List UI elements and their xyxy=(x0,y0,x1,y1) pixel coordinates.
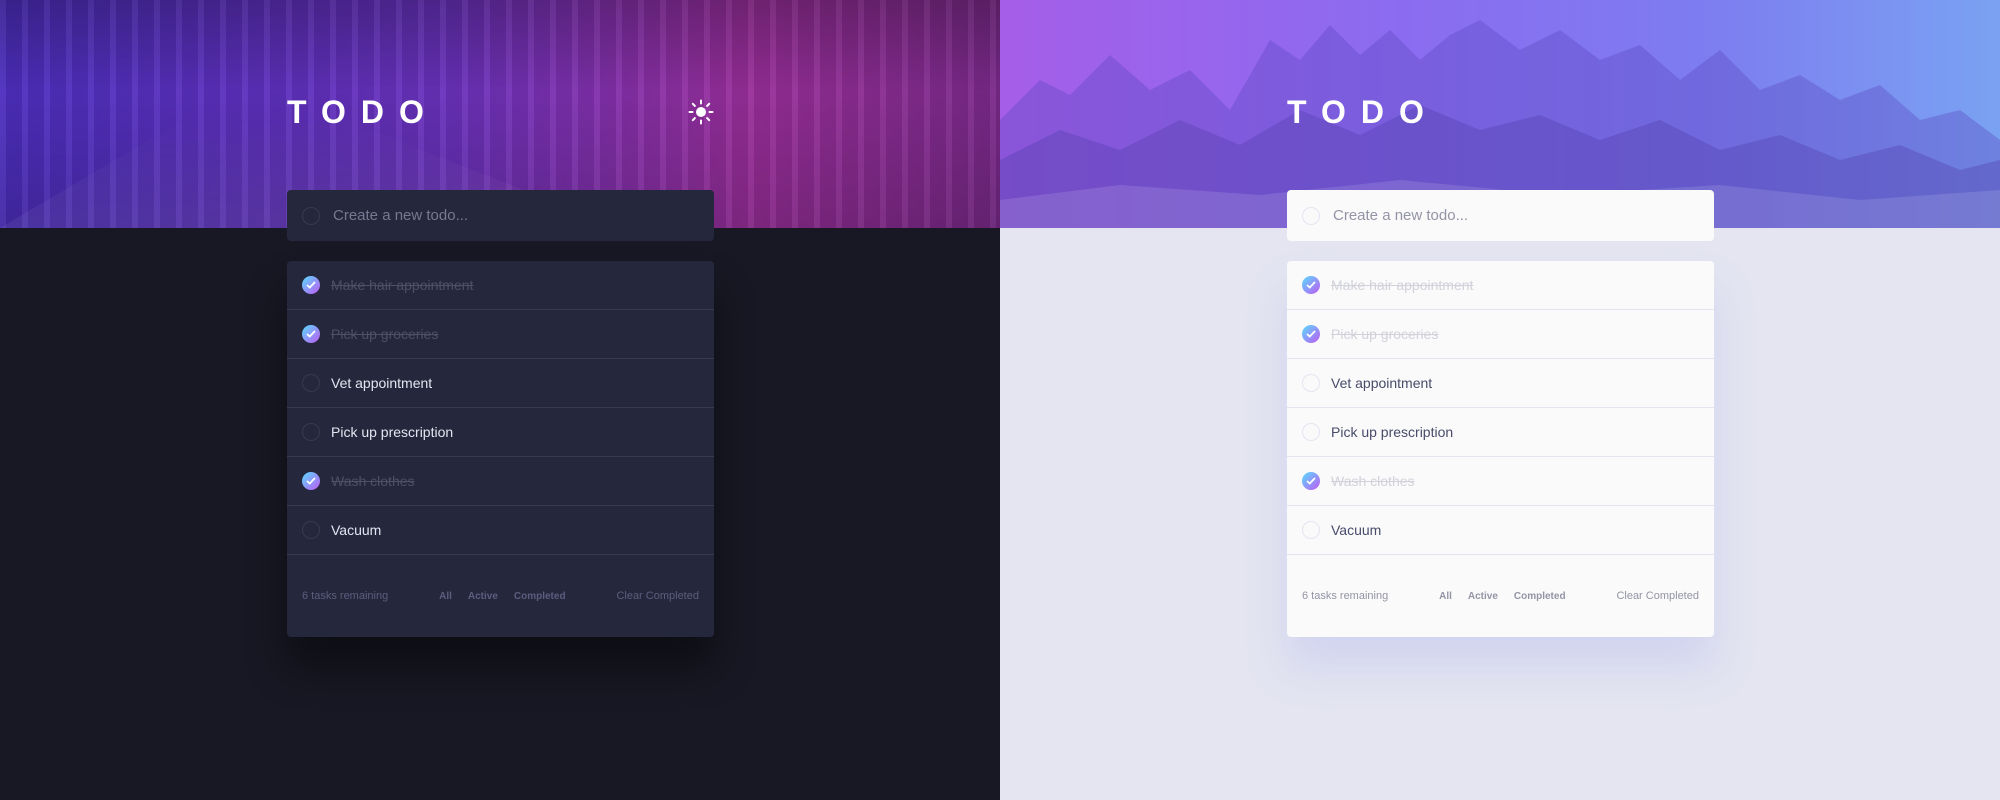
todo-text: Vet appointment xyxy=(1331,375,1433,391)
sun-icon-graphic xyxy=(688,99,714,125)
filter-group: All Active Completed xyxy=(439,591,565,602)
filter-all[interactable]: All xyxy=(439,591,452,602)
filter-group: All Active Completed xyxy=(1439,591,1565,602)
list-item[interactable]: Make hair appointment xyxy=(1287,261,1714,310)
check-icon xyxy=(1306,281,1316,289)
checkbox-checked[interactable] xyxy=(1302,276,1320,294)
checkbox-unchecked[interactable] xyxy=(302,423,320,441)
list-item[interactable]: Vacuum xyxy=(287,506,714,555)
todo-text: Pick up prescription xyxy=(1331,424,1454,440)
check-icon xyxy=(306,330,316,338)
list-item[interactable]: Pick up prescription xyxy=(1287,408,1714,457)
moon-icon[interactable] xyxy=(1688,99,1714,125)
checkbox-checked[interactable] xyxy=(302,472,320,490)
list-item[interactable]: Pick up groceries xyxy=(1287,310,1714,359)
clear-completed-button[interactable]: Clear Completed xyxy=(616,590,699,602)
checkbox-unchecked[interactable] xyxy=(302,521,320,539)
filter-completed[interactable]: Completed xyxy=(1514,591,1566,602)
app-title: TODO xyxy=(1287,94,1439,130)
check-icon xyxy=(306,477,316,485)
check-icon xyxy=(306,281,316,289)
todo-text: Vacuum xyxy=(1331,522,1382,538)
checkbox-checked[interactable] xyxy=(302,325,320,343)
screenshot-stage: TODO Create a new todo... Make hair appo… xyxy=(0,0,2000,800)
tasks-remaining: 6 tasks remaining xyxy=(302,590,389,602)
filter-all[interactable]: All xyxy=(1439,591,1452,602)
list-item[interactable]: Make hair appointment xyxy=(287,261,714,310)
filter-completed[interactable]: Completed xyxy=(514,591,566,602)
list-item[interactable]: Vacuum xyxy=(1287,506,1714,555)
dark-theme-panel: TODO Create a new todo... Make hair appo… xyxy=(0,0,1000,800)
moon-icon-graphic xyxy=(1693,102,1706,121)
checkbox-checked[interactable] xyxy=(302,276,320,294)
todo-text: Make hair appointment xyxy=(1331,277,1474,293)
list-item[interactable]: Wash clothes xyxy=(287,457,714,506)
list-footer: 6 tasks remaining All Active Completed C… xyxy=(287,555,714,637)
app-title: TODO xyxy=(287,94,439,130)
todo-list: Make hair appointment Pick up groceries … xyxy=(287,261,714,637)
tasks-remaining: 6 tasks remaining xyxy=(1302,590,1389,602)
checkbox-unchecked[interactable] xyxy=(1302,374,1320,392)
filter-active[interactable]: Active xyxy=(1468,591,1498,602)
check-icon xyxy=(1306,477,1316,485)
todo-text: Vacuum xyxy=(331,522,382,538)
todo-text: Pick up groceries xyxy=(331,326,439,342)
checkbox-checked[interactable] xyxy=(1302,325,1320,343)
new-todo-bar xyxy=(1287,190,1714,241)
checkbox-checked[interactable] xyxy=(1302,472,1320,490)
list-item[interactable]: Vet appointment xyxy=(1287,359,1714,408)
sun-icon[interactable] xyxy=(688,99,714,125)
list-item[interactable]: Pick up prescription xyxy=(287,408,714,457)
new-todo-check-circle[interactable] xyxy=(1302,206,1320,225)
todo-text: Make hair appointment xyxy=(331,277,474,293)
checkbox-unchecked[interactable] xyxy=(1302,521,1320,539)
new-todo-check-circle[interactable] xyxy=(302,206,320,225)
checkbox-unchecked[interactable] xyxy=(1302,423,1320,441)
list-item[interactable]: Vet appointment xyxy=(287,359,714,408)
app-header: TODO xyxy=(1287,94,1714,130)
clear-completed-button[interactable]: Clear Completed xyxy=(1616,590,1699,602)
new-todo-bar xyxy=(287,190,714,241)
new-todo-input[interactable] xyxy=(331,206,695,225)
todo-text: Wash clothes xyxy=(331,473,415,489)
checkbox-unchecked[interactable] xyxy=(302,374,320,392)
todo-text: Vet appointment xyxy=(331,375,433,391)
list-footer: 6 tasks remaining All Active Completed C… xyxy=(1287,555,1714,637)
filter-active[interactable]: Active xyxy=(468,591,498,602)
todo-text: Pick up prescription xyxy=(331,424,454,440)
todo-text: Wash clothes xyxy=(1331,473,1415,489)
light-theme-panel: TODO Make hair appointment xyxy=(1000,0,2000,800)
app-header: TODO xyxy=(287,94,714,130)
todo-text: Pick up groceries xyxy=(1331,326,1439,342)
new-todo-input[interactable] xyxy=(1331,206,1695,225)
check-icon xyxy=(1306,330,1316,338)
todo-list: Make hair appointment Pick up groceries … xyxy=(1287,261,1714,637)
list-item[interactable]: Pick up groceries xyxy=(287,310,714,359)
list-item[interactable]: Wash clothes xyxy=(1287,457,1714,506)
